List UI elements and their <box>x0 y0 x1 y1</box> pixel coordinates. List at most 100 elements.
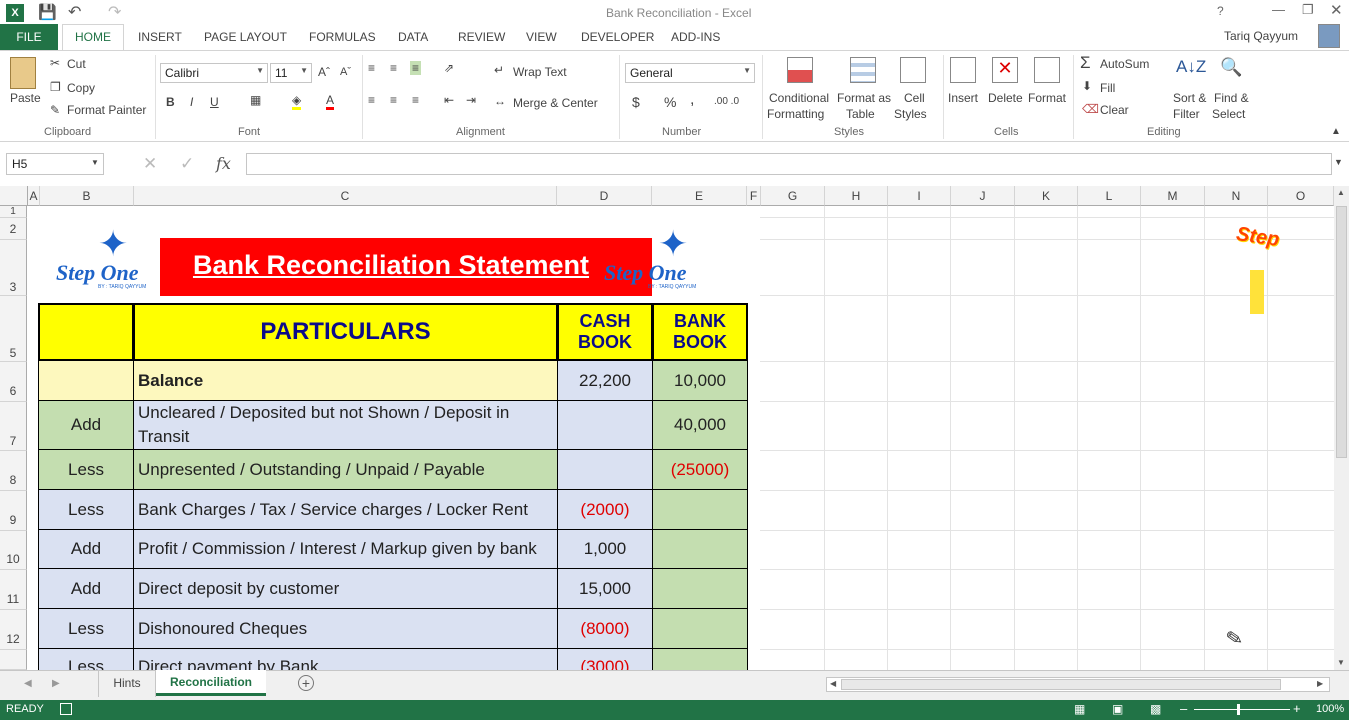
table-row-desc[interactable]: Profit / Commission / Interest / Markup … <box>133 529 558 569</box>
row-header-11[interactable]: 11 <box>0 570 27 610</box>
merge-center-icon[interactable]: ↔ <box>494 94 506 108</box>
restore-icon[interactable]: ❐ <box>1302 2 1314 18</box>
table-row-desc[interactable]: Bank Charges / Tax / Service charges / L… <box>133 489 558 530</box>
h-scroll-thumb[interactable] <box>841 679 1281 690</box>
col-header-n[interactable]: N <box>1205 186 1268 206</box>
row-header-5[interactable]: 5 <box>0 296 27 362</box>
zoom-level[interactable]: 100% <box>1316 703 1344 715</box>
col-header-a[interactable]: A <box>28 186 40 206</box>
format-cells-button[interactable]: Format <box>1028 91 1066 105</box>
scroll-left-icon[interactable]: ◀ <box>830 679 836 688</box>
table-row-cash[interactable] <box>557 449 653 490</box>
cut-icon[interactable]: ✂ <box>50 56 60 70</box>
row-header-1[interactable]: 1 <box>0 206 27 218</box>
format-as-table-icon[interactable] <box>850 57 876 83</box>
header-bank-book[interactable]: BANK BOOK <box>652 303 748 361</box>
grow-font-icon[interactable]: Aˆ <box>318 65 330 79</box>
autosum-button[interactable]: AutoSum <box>1100 57 1149 71</box>
row-header-2[interactable]: 2 <box>0 218 27 240</box>
fill-icon[interactable]: ⬇ <box>1082 79 1092 93</box>
chevron-down-icon[interactable]: ▼ <box>91 158 99 167</box>
col-header-d[interactable]: D <box>557 186 652 206</box>
align-left-icon[interactable]: ≡ <box>368 93 375 107</box>
scroll-up-icon[interactable]: ▲ <box>1337 188 1345 197</box>
add-sheet-button[interactable]: + <box>298 675 314 691</box>
wrap-text-icon[interactable]: ↵ <box>494 63 504 77</box>
table-row-type[interactable]: Add <box>38 400 134 450</box>
horizontal-scrollbar[interactable]: ◀ ▶ <box>826 677 1330 692</box>
align-top-icon[interactable]: ≡ <box>368 61 375 75</box>
minimize-icon[interactable]: — <box>1272 2 1285 17</box>
shrink-font-icon[interactable]: Aˇ <box>340 66 351 78</box>
find-select-label[interactable]: Find & <box>1214 91 1249 105</box>
row-header-13[interactable] <box>0 650 27 670</box>
cell-styles-label[interactable]: Cell <box>904 91 925 105</box>
sheet-tab-reconciliation[interactable]: Reconciliation <box>156 670 266 696</box>
col-header-j[interactable]: J <box>951 186 1015 206</box>
format-as-table-sub[interactable]: Table <box>846 107 875 121</box>
select-all-corner[interactable] <box>0 186 28 206</box>
col-header-k[interactable]: K <box>1015 186 1078 206</box>
zoom-out-icon[interactable]: – <box>1180 701 1187 716</box>
user-name[interactable]: Tariq Qayyum <box>1224 29 1298 43</box>
table-row-bank[interactable] <box>652 489 748 530</box>
table-row-desc[interactable]: Uncleared / Deposited but not Shown / De… <box>133 400 558 450</box>
delete-cells-icon[interactable]: ✕ <box>992 57 1018 83</box>
tab-home[interactable]: HOME <box>62 24 124 51</box>
merge-center-button[interactable]: Merge & Center <box>513 96 598 110</box>
number-format-select[interactable]: General ▼ <box>625 63 755 83</box>
cell-styles-sub[interactable]: Styles <box>894 107 927 121</box>
vertical-scrollbar[interactable]: ▲ ▼ <box>1334 186 1349 670</box>
normal-view-icon[interactable]: ▦ <box>1074 702 1085 716</box>
table-row-cash[interactable]: 22,200 <box>557 360 653 401</box>
decimal-buttons[interactable]: .00 .0 <box>714 96 739 107</box>
table-row-cash[interactable]: (2000) <box>557 489 653 530</box>
format-painter-button[interactable]: Format Painter <box>67 103 146 117</box>
undo-icon[interactable]: ↶ <box>68 2 81 22</box>
tab-developer[interactable]: DEVELOPER <box>581 30 654 44</box>
borders-icon[interactable]: ▦ <box>250 93 261 107</box>
table-row-desc[interactable]: Direct payment by Bank <box>133 648 558 670</box>
insert-cells-button[interactable]: Insert <box>948 91 978 105</box>
col-header-o[interactable]: O <box>1268 186 1334 206</box>
table-row-bank[interactable] <box>652 648 748 670</box>
row-header-10[interactable]: 10 <box>0 531 27 570</box>
next-sheet-icon[interactable]: ▶ <box>52 678 60 689</box>
table-row-bank[interactable]: (25000) <box>652 449 748 490</box>
zoom-slider-thumb[interactable] <box>1237 704 1240 715</box>
comma-button[interactable]: , <box>690 91 694 109</box>
row-header-7[interactable]: 7 <box>0 402 27 451</box>
help-icon[interactable]: ? <box>1217 4 1224 18</box>
cell-styles-icon[interactable] <box>900 57 926 83</box>
fill-color-icon[interactable]: ◈ <box>292 93 302 110</box>
table-row-type[interactable] <box>38 360 134 401</box>
table-row-cash[interactable]: 1,000 <box>557 529 653 569</box>
row-header-9[interactable]: 9 <box>0 491 27 531</box>
bold-button[interactable]: B <box>166 95 175 109</box>
table-row-bank[interactable]: 10,000 <box>652 360 748 401</box>
autosum-icon[interactable]: Σ <box>1080 53 1091 73</box>
font-name-select[interactable]: Calibri ▼ <box>160 63 268 83</box>
tab-view[interactable]: VIEW <box>526 30 557 44</box>
align-right-icon[interactable]: ≡ <box>412 93 419 107</box>
decrease-indent-icon[interactable]: ⇤ <box>444 93 454 107</box>
paste-icon[interactable] <box>10 57 36 89</box>
find-select-sub[interactable]: Select <box>1212 107 1245 121</box>
increase-indent-icon[interactable]: ⇥ <box>466 93 476 107</box>
collapse-ribbon-icon[interactable]: ▲ <box>1331 126 1341 137</box>
macro-record-icon[interactable] <box>60 703 72 715</box>
tab-formulas[interactable]: FORMULAS <box>309 30 376 44</box>
cut-button[interactable]: Cut <box>67 57 86 71</box>
font-size-select[interactable]: 11 ▼ <box>270 63 312 83</box>
table-row-desc[interactable]: Dishonoured Cheques <box>133 608 558 649</box>
cancel-formula-icon[interactable]: ✕ <box>143 154 157 174</box>
tab-file[interactable]: FILE <box>0 24 58 50</box>
row-header-8[interactable]: 8 <box>0 451 27 491</box>
font-color-icon[interactable]: A <box>326 93 335 110</box>
align-middle-icon[interactable]: ≡ <box>390 61 397 75</box>
format-as-table-label[interactable]: Format as <box>837 91 891 105</box>
page-break-view-icon[interactable]: ▩ <box>1150 702 1161 716</box>
table-row-desc[interactable]: Unpresented / Outstanding / Unpaid / Pay… <box>133 449 558 490</box>
scroll-thumb[interactable] <box>1336 206 1347 458</box>
wrap-text-button[interactable]: Wrap Text <box>513 65 567 79</box>
